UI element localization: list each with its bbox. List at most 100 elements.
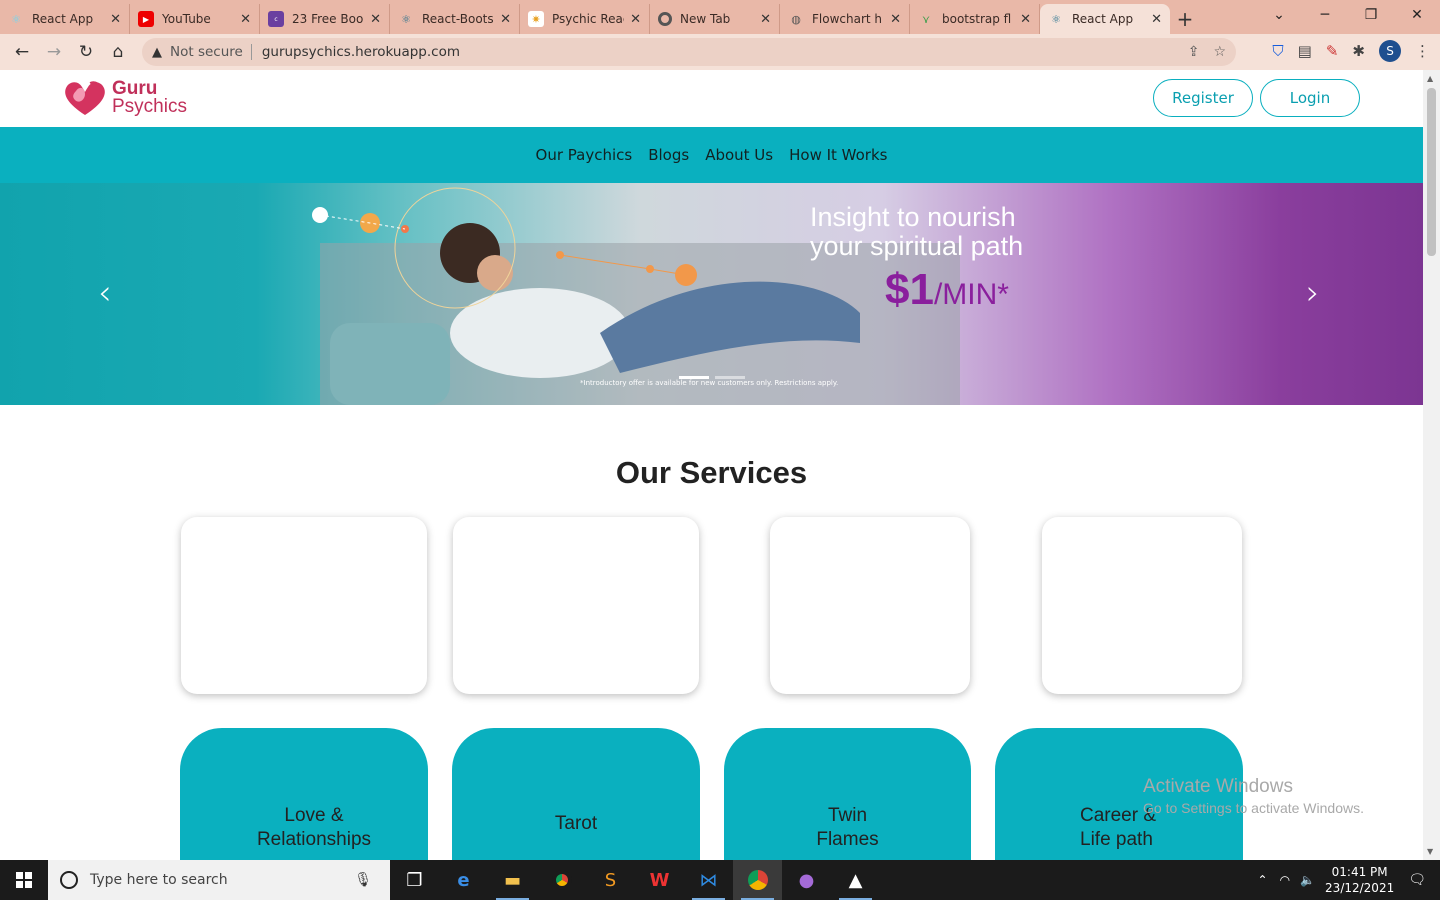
- start-button[interactable]: [0, 860, 48, 900]
- carousel-indicator-1[interactable]: [679, 376, 709, 379]
- site-logo[interactable]: Guru Psychics: [62, 78, 187, 118]
- carousel-next-icon[interactable]: ›: [1306, 273, 1320, 313]
- close-icon[interactable]: ✕: [630, 12, 641, 27]
- wifi-icon[interactable]: ◠: [1280, 873, 1290, 887]
- page-scrollbar[interactable]: ▲ ▼: [1423, 70, 1440, 860]
- carousel-indicator-2[interactable]: [715, 376, 745, 379]
- hero-price: $1/MIN*: [885, 265, 1009, 315]
- close-window-button[interactable]: ✕: [1394, 0, 1440, 30]
- bookmark-star-icon[interactable]: ☆: [1213, 44, 1226, 60]
- logo-heart-icon: [65, 81, 105, 115]
- react-icon: ⚛: [11, 12, 21, 26]
- youtube-icon: ▶: [138, 11, 154, 27]
- scroll-down-icon[interactable]: ▼: [1427, 847, 1433, 856]
- close-icon[interactable]: ✕: [500, 12, 511, 27]
- service-label: Tarot: [555, 812, 597, 860]
- new-tab-button[interactable]: +: [1170, 4, 1200, 34]
- service-twin-flames[interactable]: Twin Flames: [724, 728, 971, 860]
- home-button[interactable]: ⌂: [102, 42, 134, 62]
- scrollbar-thumb[interactable]: [1427, 88, 1436, 256]
- warning-icon[interactable]: ▲: [152, 45, 162, 60]
- colorlib-icon: c: [268, 11, 284, 27]
- service-label: Love & Relationships: [257, 804, 371, 860]
- photos-icon[interactable]: ▲: [831, 860, 880, 900]
- activate-windows-watermark: Activate Windows Go to Settings to activ…: [1143, 776, 1364, 816]
- back-button[interactable]: ←: [6, 42, 38, 62]
- url-text[interactable]: gurupsychics.herokuapp.com: [262, 44, 460, 60]
- scroll-up-icon[interactable]: ▲: [1427, 74, 1433, 83]
- bootstrap-icon: ⋎: [921, 12, 931, 26]
- microphone-icon[interactable]: 🎙: [354, 872, 372, 888]
- edge-icon[interactable]: e: [439, 860, 488, 900]
- nav-blogs[interactable]: Blogs: [648, 146, 689, 164]
- tray-overflow-icon[interactable]: ⌃: [1258, 873, 1268, 887]
- volume-icon[interactable]: 🔈: [1300, 873, 1315, 887]
- omnibox[interactable]: ▲ Not secure gurupsychics.herokuapp.com …: [142, 38, 1236, 66]
- clipboard-icon[interactable]: ▤: [1298, 42, 1312, 60]
- service-image-card-2[interactable]: [453, 517, 699, 694]
- file-explorer-icon[interactable]: ▬: [488, 860, 537, 900]
- tab-react-app-active[interactable]: ⚛ React App ✕: [1040, 4, 1170, 34]
- extensions-puzzle-icon[interactable]: ✱: [1352, 42, 1365, 60]
- hero-headline: Insight to nourish your spiritual path: [810, 203, 1023, 261]
- taskbar-clock[interactable]: 01:41 PM 23/12/2021: [1325, 864, 1394, 896]
- menu-kebab-icon[interactable]: ⋮: [1415, 42, 1430, 60]
- sublime-text-icon[interactable]: S: [586, 860, 635, 900]
- service-label-line2: Flames: [816, 829, 879, 850]
- service-label-line1: Love &: [284, 805, 344, 826]
- register-button[interactable]: Register: [1153, 79, 1253, 117]
- nav-how-it-works[interactable]: How It Works: [789, 146, 887, 164]
- divider: [250, 44, 252, 60]
- tab-psychic-reac[interactable]: ✷ Psychic Reac ✕: [520, 4, 650, 34]
- carousel-prev-icon[interactable]: ‹: [98, 273, 112, 313]
- service-label: Twin Flames: [816, 804, 878, 860]
- browser-tab-bar: ⚛ React App ✕ ▶ YouTube ✕ c 23 Free Boo ✕ ⚛ Rea…: [0, 0, 1440, 34]
- restore-button[interactable]: ❐: [1348, 0, 1394, 30]
- not-secure-label[interactable]: Not secure: [170, 44, 243, 60]
- nav-our-psychics[interactable]: Our Paychics: [536, 146, 633, 164]
- nav-about-us[interactable]: About Us: [705, 146, 773, 164]
- vscode-icon[interactable]: ⋈: [684, 860, 733, 900]
- forward-button[interactable]: →: [38, 42, 70, 62]
- clock-date: 23/12/2021: [1325, 881, 1395, 895]
- minimize-button[interactable]: ─: [1302, 0, 1348, 30]
- task-view-icon[interactable]: ❐: [390, 860, 439, 900]
- eyedropper-icon[interactable]: ✎: [1326, 42, 1339, 60]
- tab-free-boo[interactable]: c 23 Free Boo ✕: [260, 4, 390, 34]
- tab-search-icon[interactable]: ⌄: [1256, 0, 1302, 30]
- tab-flowchart[interactable]: ◍ Flowchart h ✕: [780, 4, 910, 34]
- service-image-card-1[interactable]: [181, 517, 427, 694]
- service-image-card-4[interactable]: [1042, 517, 1242, 694]
- tab-react-boots[interactable]: ⚛ React-Boots ✕: [390, 4, 520, 34]
- tab-title: bootstrap fl: [942, 12, 1012, 26]
- wps-office-icon[interactable]: W: [635, 860, 684, 900]
- service-image-card-3[interactable]: [770, 517, 970, 694]
- service-label-line1: Twin: [827, 805, 868, 826]
- close-icon[interactable]: ✕: [110, 12, 121, 27]
- notifications-icon[interactable]: 🗨: [1408, 872, 1426, 888]
- clock-time: 01:41 PM: [1331, 865, 1388, 879]
- close-icon[interactable]: ✕: [1020, 12, 1031, 27]
- chrome-profile-icon[interactable]: [733, 860, 782, 900]
- login-button[interactable]: Login: [1260, 79, 1360, 117]
- tab-new-tab[interactable]: New Tab ✕: [650, 4, 780, 34]
- price-amount: $1: [885, 265, 934, 314]
- tab-bootstrap[interactable]: ⋎ bootstrap fl ✕: [910, 4, 1040, 34]
- tab-react-app-1[interactable]: ⚛ React App ✕: [0, 4, 130, 34]
- chrome-taskbar-icon[interactable]: [537, 860, 586, 900]
- close-icon[interactable]: ✕: [1151, 12, 1162, 27]
- close-icon[interactable]: ✕: [370, 12, 381, 27]
- close-icon[interactable]: ✕: [760, 12, 771, 27]
- github-desktop-icon[interactable]: ●: [782, 860, 831, 900]
- hero-headline-1: Insight to nourish: [810, 202, 1016, 232]
- tab-youtube[interactable]: ▶ YouTube ✕: [130, 4, 260, 34]
- close-icon[interactable]: ✕: [240, 12, 251, 27]
- close-icon[interactable]: ✕: [890, 12, 901, 27]
- service-tarot[interactable]: Tarot: [452, 728, 700, 860]
- profile-avatar[interactable]: S: [1379, 40, 1401, 62]
- service-love-relationships[interactable]: Love & Relationships: [180, 728, 428, 860]
- reload-button[interactable]: ↻: [70, 42, 102, 62]
- taskbar-search[interactable]: Type here to search 🎙: [48, 860, 390, 900]
- bitwarden-icon[interactable]: ⛉: [1272, 42, 1283, 60]
- share-icon[interactable]: ⇪: [1188, 44, 1200, 60]
